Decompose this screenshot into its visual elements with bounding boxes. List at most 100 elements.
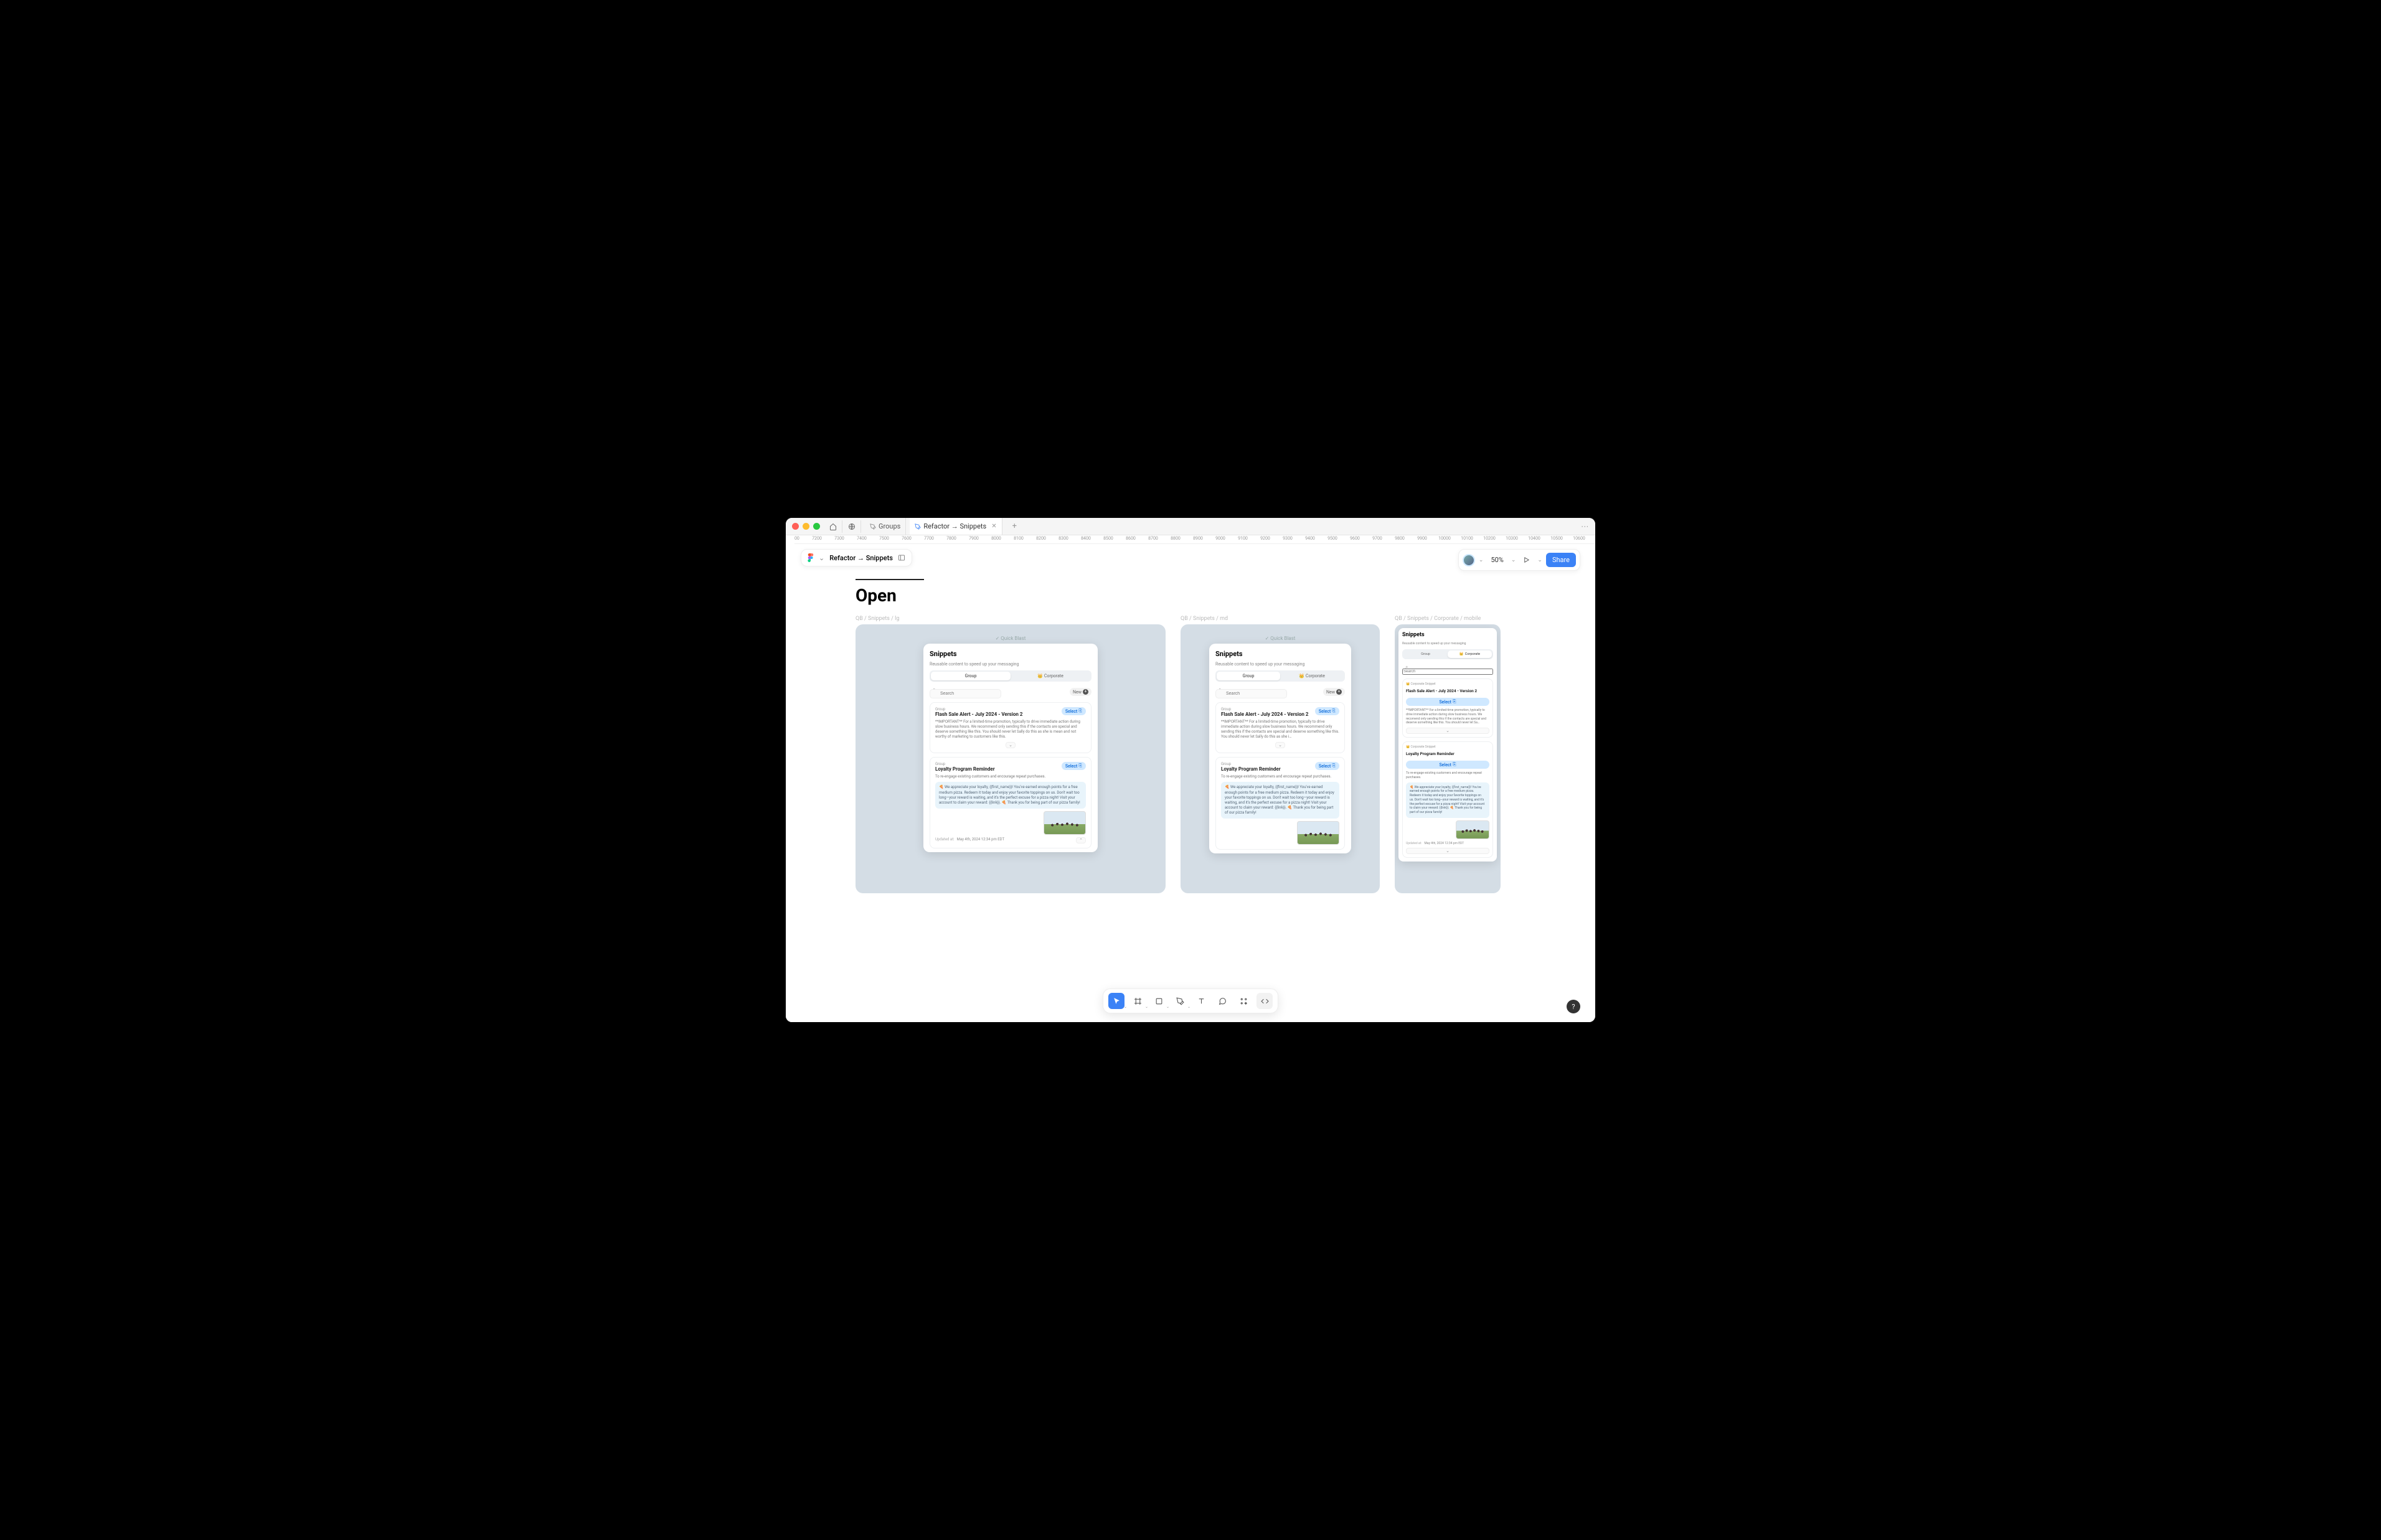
segment-control: Group 👑Corporate: [1402, 649, 1493, 659]
snippet-lead: To re-engage existing customers and enco…: [1221, 774, 1339, 779]
section-title: Open: [856, 585, 1595, 606]
ruler-tick: 7400: [857, 536, 867, 541]
search-input[interactable]: [930, 689, 1001, 698]
select-button[interactable]: Select⎘: [1062, 707, 1086, 715]
help-button[interactable]: ?: [1567, 1000, 1580, 1013]
attachment-thumbnail[interactable]: [1456, 820, 1489, 839]
select-button[interactable]: Select⎘: [1406, 698, 1489, 706]
canvas[interactable]: Open QB / Snippets / lg ✓ Quick Blast Sn…: [786, 544, 1595, 1022]
collapse-icon[interactable]: ⌄: [1006, 742, 1016, 748]
snippet-card-loyalty: Group Loyalty Program Reminder Select⎘ T…: [930, 757, 1091, 848]
frame-label[interactable]: QB / Snippets / md: [1181, 616, 1380, 622]
frame-tool[interactable]: ⌄: [1129, 993, 1146, 1009]
ruler-tick: 8500: [1103, 536, 1113, 541]
segment-group[interactable]: Group: [931, 672, 1011, 680]
chevron-down-icon[interactable]: ⌄: [1166, 1005, 1169, 1009]
frame-mobile[interactable]: Snippets Reusable content to speed up yo…: [1395, 624, 1501, 893]
ruler-tick: 8100: [1014, 536, 1024, 541]
segment-corporate[interactable]: 👑Corporate: [1448, 650, 1492, 658]
chevron-down-icon[interactable]: ⌄: [819, 554, 824, 562]
snippet-title: Loyalty Program Reminder: [1221, 766, 1281, 772]
close-window-icon[interactable]: [792, 523, 799, 530]
chevron-down-icon[interactable]: ⌄: [1145, 1005, 1148, 1009]
chevron-down-icon[interactable]: ⌄: [1479, 557, 1484, 563]
ruler-tick: 9700: [1372, 536, 1382, 541]
collapse-icon[interactable]: ⌄: [1406, 728, 1489, 734]
actions-tool[interactable]: [1235, 993, 1252, 1009]
search-input[interactable]: [1215, 689, 1287, 698]
avatar[interactable]: [1463, 554, 1475, 566]
segment-group[interactable]: Group: [1217, 672, 1280, 680]
frame-label[interactable]: QB / Snippets / Corporate / mobile: [1395, 616, 1501, 622]
search-wrap: [930, 685, 1067, 698]
globe-icon[interactable]: [846, 520, 861, 533]
ruler-tick: 9600: [1350, 536, 1360, 541]
minimize-window-icon[interactable]: [803, 523, 809, 530]
chevron-down-icon[interactable]: ⌄: [1124, 1005, 1127, 1009]
frame-lg[interactable]: ✓ Quick Blast Snippets Reusable content …: [856, 624, 1166, 893]
meta-value: May 4th, 2024 12:34 pm EDT: [957, 837, 1004, 843]
new-snippet-button[interactable]: New+: [1070, 688, 1091, 696]
segment-corporate[interactable]: 👑Corporate: [1280, 672, 1344, 680]
tab-groups[interactable]: Groups: [865, 518, 906, 535]
plus-icon: +: [1083, 689, 1088, 695]
maximize-window-icon[interactable]: [813, 523, 820, 530]
titlebar: Groups Refactor → Snippets ✕ + ···: [786, 518, 1595, 535]
snippets-panel-lg: Snippets Reusable content to speed up yo…: [923, 644, 1098, 852]
shape-tool[interactable]: ⌄: [1151, 993, 1167, 1009]
panel-toggle-icon[interactable]: [898, 554, 905, 561]
pointer-tool[interactable]: ⌄: [1108, 993, 1124, 1009]
copy-icon: ⎘: [1078, 763, 1082, 769]
dev-mode-tool[interactable]: [1257, 993, 1273, 1009]
select-button[interactable]: Select⎘: [1315, 707, 1339, 715]
close-tab-icon[interactable]: ✕: [991, 523, 996, 530]
chevron-down-icon[interactable]: ⌄: [1511, 557, 1516, 563]
segment-corporate[interactable]: 👑Corporate: [1011, 672, 1090, 680]
share-button[interactable]: Share: [1546, 553, 1576, 567]
home-icon[interactable]: [827, 520, 842, 533]
ruler-tick: 8200: [1036, 536, 1046, 541]
frame-label[interactable]: QB / Snippets / lg: [856, 616, 1166, 622]
comment-tool[interactable]: [1214, 993, 1230, 1009]
tab-refactor-snippets[interactable]: Refactor → Snippets ✕: [910, 518, 1002, 535]
ruler-tick: 10100: [1461, 536, 1473, 541]
ruler-tick: 9100: [1238, 536, 1248, 541]
new-snippet-button[interactable]: New+: [1323, 688, 1345, 696]
ruler-tick: 10600: [1573, 536, 1585, 541]
select-button[interactable]: Select⎘: [1406, 761, 1489, 769]
chevron-down-icon[interactable]: ⌄: [1537, 557, 1542, 563]
snippet-body: **IMPORTANT** For a limited-time promoti…: [935, 720, 1086, 739]
search-input[interactable]: [1402, 669, 1493, 675]
file-title: Refactor → Snippets: [829, 554, 893, 562]
tab-label: Refactor → Snippets: [923, 522, 986, 530]
snippet-title: Loyalty Program Reminder: [1406, 751, 1489, 756]
select-button[interactable]: Select⎘: [1062, 762, 1086, 770]
collapse-icon[interactable]: ⌃: [1076, 837, 1086, 843]
pen-tool[interactable]: ⌄: [1172, 993, 1188, 1009]
zoom-level[interactable]: 50%: [1487, 554, 1507, 566]
play-icon[interactable]: [1519, 555, 1534, 565]
new-tab-button[interactable]: +: [1006, 522, 1023, 531]
copy-icon: ⎘: [1453, 699, 1456, 705]
quick-blast-chip: ✓ Quick Blast: [1265, 636, 1296, 641]
chevron-down-icon[interactable]: ⌄: [1187, 1005, 1190, 1009]
copy-icon: ⎘: [1453, 762, 1456, 768]
snippet-tag: Group: [935, 762, 995, 766]
figma-icon[interactable]: [808, 553, 814, 562]
frame-md[interactable]: ✓ Quick Blast Snippets Reusable content …: [1181, 624, 1380, 893]
select-button[interactable]: Select⎘: [1315, 762, 1339, 770]
collapse-icon[interactable]: ⌄: [1406, 848, 1489, 854]
ruler-tick: 9800: [1395, 536, 1405, 541]
snippet-card-loyalty: 👑 Corporate Snippet Loyalty Program Remi…: [1402, 741, 1493, 858]
attachment-thumbnail[interactable]: [1297, 821, 1339, 845]
ruler-tick: 8000: [991, 536, 1001, 541]
text-tool[interactable]: [1193, 993, 1209, 1009]
snippet-tag: Group: [935, 707, 1022, 711]
segment-group[interactable]: Group: [1403, 650, 1448, 658]
ruler-tick: 10300: [1506, 536, 1518, 541]
ruler-tick: 7100: [794, 536, 799, 541]
more-menu-icon[interactable]: ···: [1582, 522, 1589, 531]
collapse-icon[interactable]: ⌄: [1275, 742, 1285, 748]
snippet-card-flash-sale: Group Flash Sale Alert - July 2024 - Ver…: [1215, 702, 1345, 753]
attachment-thumbnail[interactable]: [1044, 811, 1086, 835]
